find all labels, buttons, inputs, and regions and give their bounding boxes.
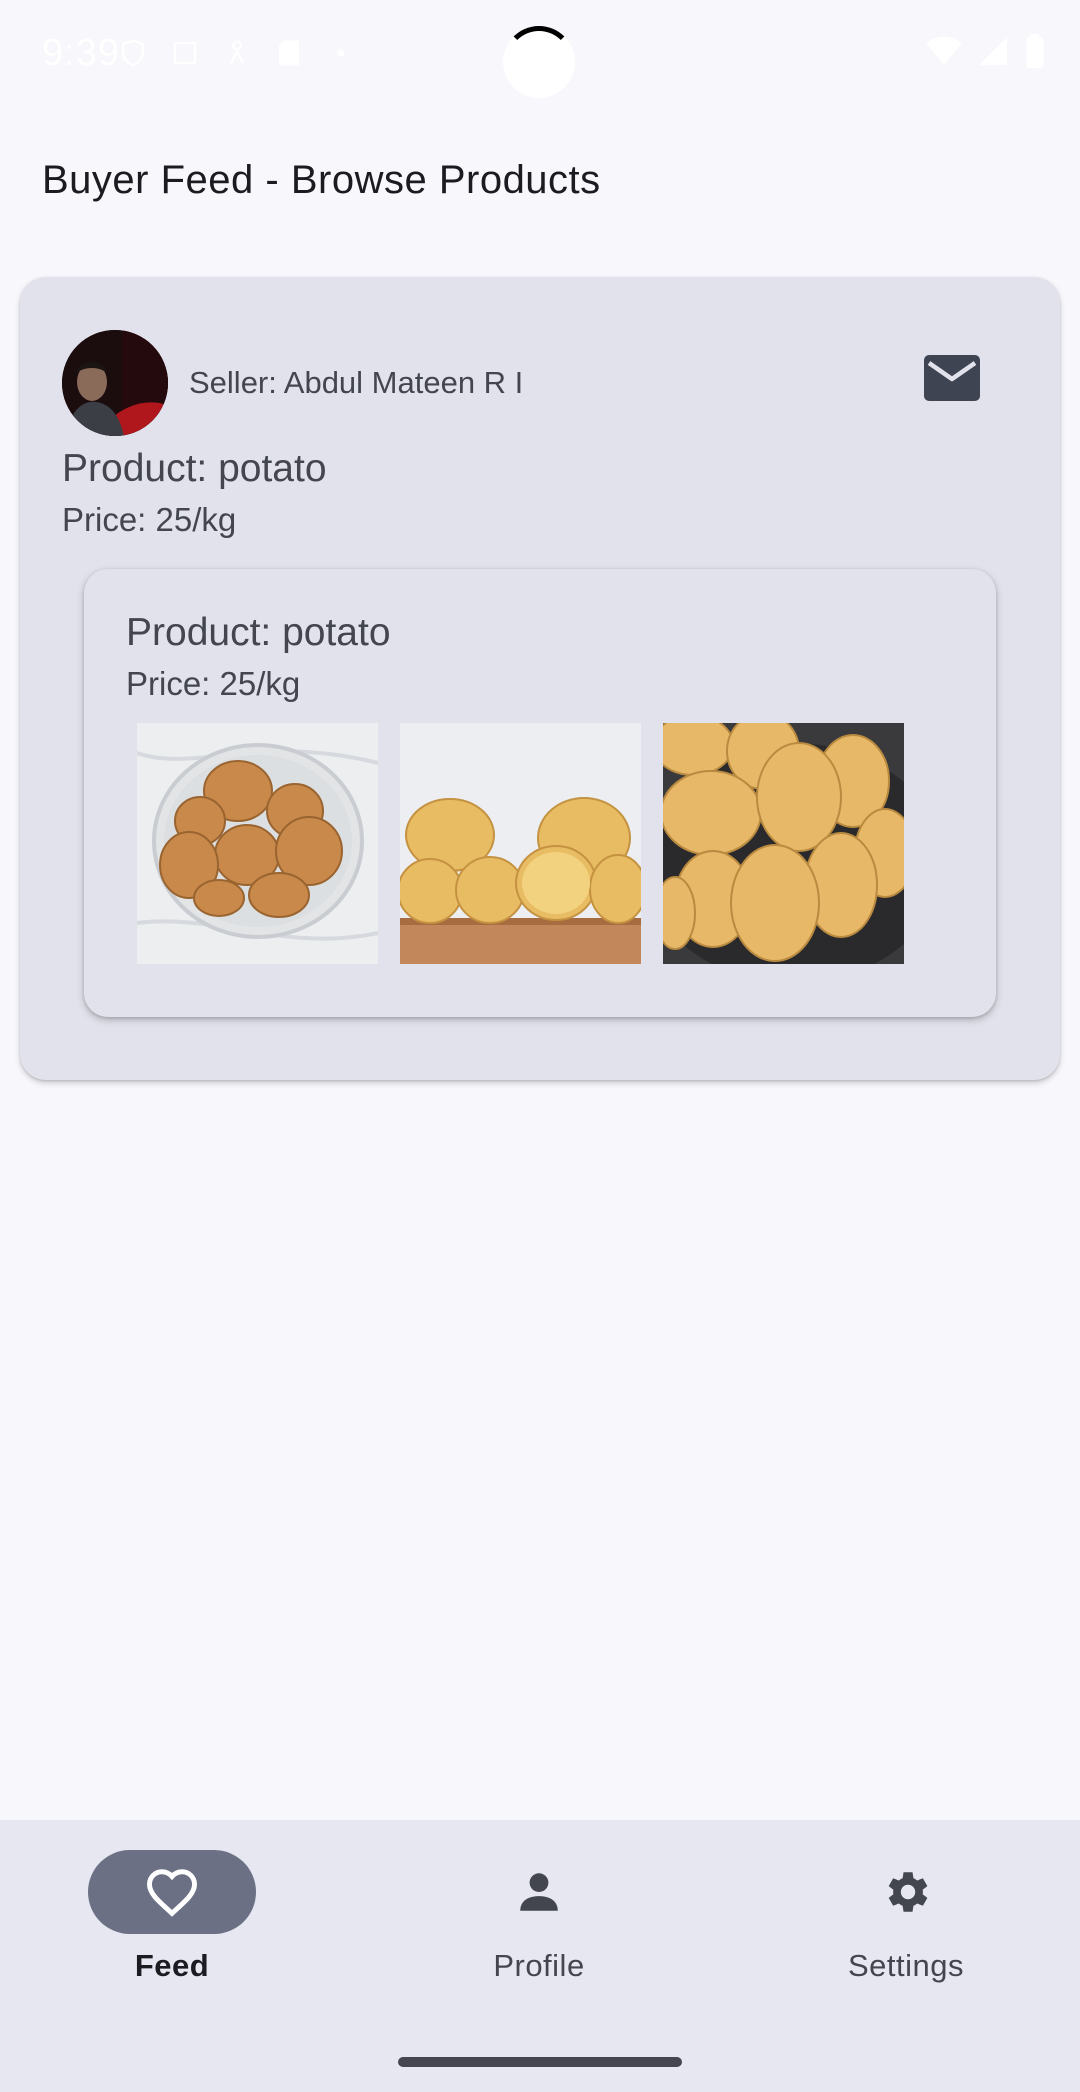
dot-icon	[326, 38, 356, 68]
heart-icon	[147, 1869, 197, 1917]
shield-icon	[118, 38, 148, 68]
nav-label-feed: Feed	[134, 1948, 210, 1983]
nav-item-settings[interactable]: Settings	[796, 1850, 1016, 2000]
battery-icon	[1024, 34, 1046, 73]
page-title: Buyer Feed - Browse Products	[42, 158, 601, 202]
product-post-card[interactable]: Seller: Abdul Mateen R I Product: potato…	[20, 277, 1060, 1080]
product-title: Product: potato	[62, 447, 327, 490]
status-system-icons	[926, 34, 1046, 73]
product-item-price: Price: 25/kg	[126, 665, 301, 702]
nav-active-indicator	[88, 1850, 256, 1934]
signal-icon	[976, 34, 1010, 73]
product-image-3[interactable]	[663, 723, 904, 964]
status-bar: 9:39	[0, 0, 1080, 110]
product-item-card[interactable]: Product: potato Price: 25/kg	[84, 569, 996, 1017]
product-image-1[interactable]	[137, 723, 378, 964]
nav-item-profile[interactable]: Profile	[429, 1850, 649, 2000]
nav-label-profile: Profile	[493, 1948, 585, 1983]
message-seller-button[interactable]	[924, 355, 980, 401]
status-notification-icons	[118, 38, 356, 68]
nav-item-feed[interactable]: Feed	[62, 1850, 282, 2000]
gear-icon	[888, 1872, 928, 1912]
sd-card-icon	[274, 38, 304, 68]
screenshot-icon	[170, 38, 200, 68]
bottom-navigation: Feed Profile Settings	[0, 1820, 1080, 2092]
mail-icon	[924, 355, 980, 401]
seller-name: Seller: Abdul Mateen R I	[189, 365, 524, 400]
product-image-2[interactable]	[400, 723, 641, 964]
product-item-title: Product: potato	[126, 611, 391, 654]
accessibility-icon	[222, 38, 252, 68]
nav-label-settings: Settings	[847, 1948, 964, 1983]
seller-avatar[interactable]	[62, 330, 168, 436]
camera-cutout	[503, 26, 575, 98]
status-time: 9:39	[42, 32, 120, 74]
person-icon	[520, 1873, 558, 1911]
wifi-icon	[926, 36, 962, 71]
home-indicator[interactable]	[398, 2057, 682, 2067]
product-price: Price: 25/kg	[62, 501, 237, 538]
